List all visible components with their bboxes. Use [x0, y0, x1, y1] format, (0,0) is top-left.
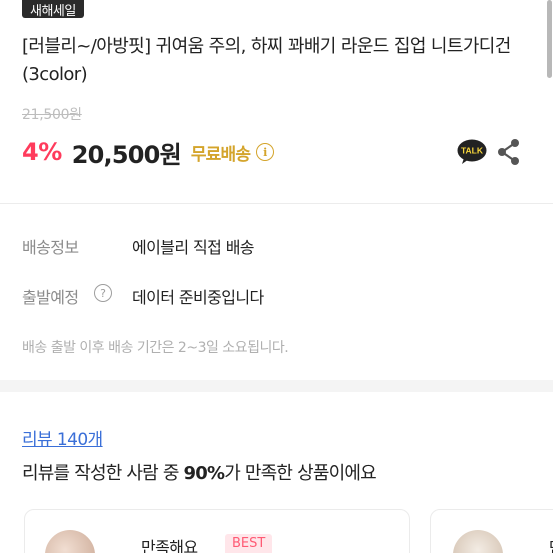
talk-label: TALK: [461, 146, 484, 156]
departure-label: 출발예정: [22, 288, 79, 307]
free-shipping-label: 무료배송: [190, 144, 251, 165]
info-icon[interactable]: i: [256, 143, 275, 161]
review-count-link[interactable]: 리뷰 140개: [22, 425, 103, 450]
scrollbar[interactable]: [547, 0, 552, 78]
shipping-note: 배송 출발 이후 배송 기간은 2~3일 소요됩니다.: [22, 340, 289, 356]
review-card[interactable]: 만족해요 BEST: [24, 509, 410, 553]
review-card-title: 만: [549, 534, 553, 553]
share-icon[interactable]: [496, 138, 522, 166]
review-summary-suffix: 가 만족한 상품이에요: [224, 463, 376, 484]
discount-rate: 4%: [22, 138, 62, 166]
original-price: 21,500원: [22, 107, 82, 123]
review-thumbnail: [45, 530, 95, 553]
help-icon[interactable]: ?: [94, 284, 112, 302]
review-summary-prefix: 리뷰를 작성한 사람 중: [22, 463, 184, 484]
satisfaction-percent: 90%: [183, 463, 225, 484]
product-title: [러블리~/아방핏] 귀여움 주의, 하찌 꽈배기 라운드 집업 니트가디건 (…: [22, 36, 511, 85]
review-card[interactable]: 만: [430, 509, 553, 553]
kakaotalk-icon[interactable]: TALK: [457, 139, 487, 165]
review-thumbnail: [453, 530, 503, 553]
departure-value: 데이터 준비중입니다: [132, 288, 264, 307]
sale-price: 20,500원: [71, 140, 182, 169]
price-row: 4% 20,500원 무료배송 i: [22, 136, 275, 169]
review-summary: 리뷰를 작성한 사람 중 90%가 만족한 상품이에요: [22, 459, 377, 485]
delivery-info-value: 에이블리 직접 배송: [132, 238, 255, 257]
divider: [0, 203, 553, 204]
best-badge: BEST: [225, 534, 273, 553]
section-separator: [0, 380, 553, 392]
review-card-title: 만족해요: [141, 538, 198, 553]
delivery-info-label: 배송정보: [22, 238, 79, 257]
sale-badge: 새해세일: [22, 0, 84, 19]
